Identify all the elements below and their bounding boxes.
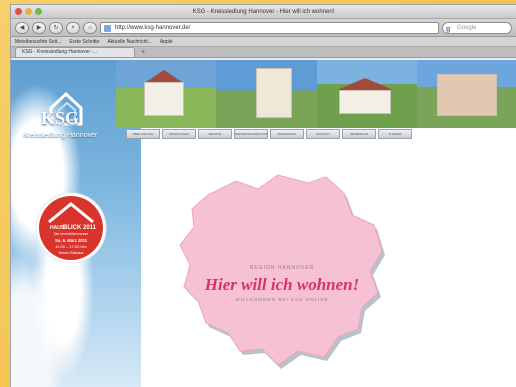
header-photo-4 — [416, 60, 516, 128]
page-viewport: KSG Kreissiedlung Hannover ÜBER DIE KSG … — [11, 60, 516, 387]
house-wall — [338, 90, 391, 114]
badge-title: BLICK 2011 — [63, 225, 97, 231]
bookmark-latest-news[interactable]: Aktuelle Nachricht... — [107, 39, 151, 45]
header-photo-2 — [216, 60, 317, 128]
window-controls — [15, 8, 42, 15]
search-input[interactable]: g Google — [442, 21, 512, 34]
bookmark-apple[interactable]: Apple — [160, 39, 173, 45]
main-navigation: ÜBER DIE KSG WOHNUNGEN SERVICE MIETERINF… — [126, 128, 516, 140]
nav-item-apartments[interactable]: WOHNUNGEN — [162, 129, 196, 139]
badge-subtitle: Die Immobilienmesse — [54, 232, 88, 236]
house-wall — [256, 68, 293, 118]
browser-window: KSG - Kreissiedlung Hannover - Hier will… — [10, 4, 516, 387]
region-map[interactable]: REGION HANNOVER Hier will ich wohnen! WI… — [174, 167, 390, 372]
close-icon: × — [71, 24, 75, 31]
badge-date: So, 6. März 2011 — [55, 238, 88, 243]
map-welcome: WILLKOMMEN BEI KSG-ONLINE — [235, 297, 328, 302]
url-text: http://www.ksg-hannover.de/ — [115, 24, 191, 31]
hausblick-badge[interactable]: HAUS BLICK 2011 Die Immobilienmesse So, … — [35, 192, 107, 264]
stop-button[interactable]: × — [66, 21, 80, 34]
reload-button[interactable]: ↻ — [49, 21, 63, 34]
zoom-window-button[interactable] — [35, 8, 42, 15]
map-region-label: REGION HANNOVER — [250, 265, 314, 271]
house-roof — [146, 70, 182, 82]
minimize-window-button[interactable] — [25, 8, 32, 15]
reload-icon: ↻ — [53, 25, 59, 31]
window-title: KSG - Kreissiedlung Hannover - Hier will… — [192, 9, 335, 15]
tab-bar: KSG - Kreissiedlung Hannover -... + — [11, 47, 516, 58]
bookmark-most-visited[interactable]: Meistbesuchte Seit... — [15, 39, 61, 45]
new-tab-icon[interactable]: + — [135, 48, 151, 57]
title-bar: KSG - Kreissiedlung Hannover - Hier will… — [11, 5, 516, 19]
home-button[interactable]: ⌂ — [83, 21, 97, 34]
nav-item-service[interactable]: SERVICE — [198, 129, 232, 139]
home-icon: ⌂ — [88, 24, 92, 31]
site-logo[interactable]: KSG — [41, 108, 79, 129]
nav-item-imprint[interactable]: IMPRESSUM — [342, 129, 376, 139]
nav-item-sitemap[interactable]: SITEMAP — [378, 129, 412, 139]
forward-button[interactable]: ▶ — [32, 21, 46, 34]
url-field[interactable]: http://www.ksg-hannover.de/ — [100, 21, 439, 34]
forward-arrow-icon: ▶ — [36, 25, 42, 31]
header-photo-1 — [116, 60, 217, 128]
house-roof — [336, 78, 393, 90]
header-photo-3 — [316, 60, 417, 128]
map-headline: Hier will ich wohnen! — [204, 275, 359, 294]
back-arrow-icon: ◀ — [19, 25, 25, 31]
nav-item-tenant-info[interactable]: MIETERINFORMATION — [234, 129, 268, 139]
site-logo-subtitle: Kreissiedlung Hannover — [23, 132, 98, 139]
bookmark-first-steps[interactable]: Erste Schritte — [69, 39, 99, 45]
search-placeholder: Google — [457, 24, 477, 31]
nav-item-contact[interactable]: KONTAKT — [306, 129, 340, 139]
nav-item-tenant-festival[interactable]: MIETERFEST — [270, 129, 304, 139]
badge-place: Neues Rathaus — [59, 251, 84, 255]
nav-item-about[interactable]: ÜBER DIE KSG — [126, 129, 160, 139]
badge-time: 11:00 – 17:00 Uhr — [55, 244, 87, 249]
browser-toolbar: ◀ ▶ ↻ × ⌂ http://www.ksg-hannover.de/ g … — [11, 19, 516, 37]
favicon-icon — [104, 24, 111, 32]
close-window-button[interactable] — [15, 8, 22, 15]
bookmarks-bar: Meistbesuchte Seit... Erste Schritte Akt… — [11, 37, 516, 47]
house-wall — [144, 82, 184, 116]
house-wall — [436, 74, 497, 116]
tab-ksg[interactable]: KSG - Kreissiedlung Hannover -... — [15, 47, 135, 57]
header-photos — [116, 60, 516, 128]
google-icon: g — [446, 25, 451, 33]
back-button[interactable]: ◀ — [15, 21, 29, 34]
